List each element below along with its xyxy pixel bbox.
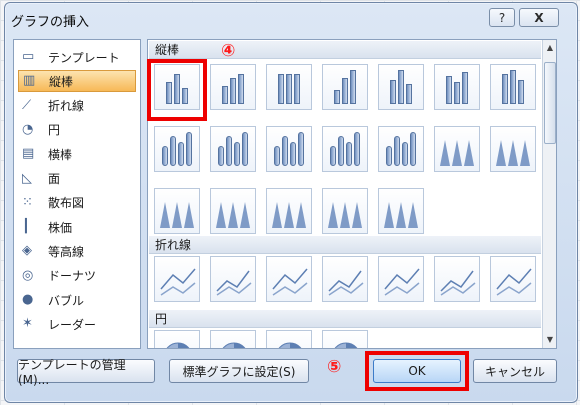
scroll-up-icon[interactable]: ▲ bbox=[544, 42, 556, 54]
sidebar-item-radar-chart[interactable]: ✶ レーダー bbox=[18, 313, 136, 335]
chart-subtype-thumbnail[interactable] bbox=[210, 64, 256, 110]
close-icon: X bbox=[534, 10, 544, 25]
chart-subtype-thumbnail[interactable] bbox=[490, 256, 536, 302]
chart-subtype-thumbnail[interactable] bbox=[266, 64, 312, 110]
sidebar-item-bar-chart[interactable]: ▤ 横棒 bbox=[18, 143, 136, 165]
sidebar-item-bubble-chart[interactable]: ● バブル bbox=[18, 289, 136, 311]
chart-subtype-thumbnail[interactable] bbox=[322, 256, 368, 302]
section-header-pie: 円 bbox=[149, 310, 541, 328]
sidebar-item-label: 縦棒 bbox=[49, 74, 74, 89]
sidebar-item-label: バブル bbox=[48, 293, 85, 308]
scroll-thumb[interactable] bbox=[544, 62, 556, 144]
sidebar-item-surface-chart[interactable]: ◈ 等高線 bbox=[18, 240, 136, 262]
sidebar-item-label: 面 bbox=[48, 172, 61, 186]
chart-subtype-thumbnail[interactable] bbox=[266, 188, 312, 234]
sidebar-item-scatter-chart[interactable]: ⁙ 散布図 bbox=[18, 192, 136, 214]
chart-subtype-thumbnail[interactable] bbox=[322, 126, 368, 172]
chart-subtype-thumbnail[interactable] bbox=[154, 126, 200, 172]
sidebar-item-label: テンプレート bbox=[48, 50, 120, 65]
sidebar-item-label: ドーナツ bbox=[48, 269, 97, 284]
chart-subtype-thumbnail[interactable] bbox=[378, 64, 424, 110]
cancel-button[interactable]: キャンセル bbox=[473, 359, 557, 383]
ok-button[interactable]: OK bbox=[373, 359, 461, 383]
scroll-down-icon[interactable]: ▼ bbox=[544, 334, 556, 346]
chart-subtype-thumbnail[interactable] bbox=[322, 330, 368, 348]
sidebar-item-folder[interactable]: ▭ テンプレート bbox=[18, 46, 136, 68]
chart-subtype-thumbnail[interactable] bbox=[154, 330, 200, 348]
chart-subtype-gallery: 縦棒 折れ線 円 ▲ ▼ bbox=[147, 39, 557, 349]
sidebar-item-label: 折れ線 bbox=[48, 99, 85, 114]
section-header-line: 折れ線 bbox=[149, 236, 541, 254]
chart-subtype-thumbnail[interactable] bbox=[154, 256, 200, 302]
manage-templates-button[interactable]: テンプレートの管理(M)... bbox=[17, 358, 155, 387]
step5-marker: ⑤ bbox=[327, 357, 342, 377]
chart-subtype-thumbnail[interactable] bbox=[434, 256, 480, 302]
sidebar-item-doughnut-chart[interactable]: ◎ ドーナツ bbox=[18, 265, 136, 287]
step4-marker: ④ bbox=[221, 41, 236, 61]
chart-subtype-thumbnail[interactable] bbox=[266, 126, 312, 172]
sidebar-item-pie-chart[interactable]: ◔ 円 bbox=[18, 119, 136, 141]
close-button[interactable]: X bbox=[519, 8, 559, 27]
chart-subtype-thumbnail[interactable] bbox=[378, 126, 424, 172]
area-chart-icon: ◺ bbox=[22, 170, 32, 186]
chart-subtype-thumbnail[interactable] bbox=[210, 330, 256, 348]
stock-chart-icon: ┃ bbox=[22, 219, 30, 235]
sidebar-item-stock-chart[interactable]: ┃ 株価 bbox=[18, 216, 136, 238]
chart-subtype-thumbnail[interactable] bbox=[266, 330, 312, 348]
chart-subtype-thumbnail[interactable] bbox=[210, 188, 256, 234]
sidebar-item-area-chart[interactable]: ◺ 面 bbox=[18, 168, 136, 190]
column-chart-icon: ▥ bbox=[23, 73, 36, 89]
doughnut-chart-icon: ◎ bbox=[22, 267, 34, 283]
pie-chart-icon: ◔ bbox=[22, 121, 34, 137]
gallery-scrollbar[interactable]: ▲ ▼ bbox=[542, 40, 556, 348]
sidebar-item-label: 等高線 bbox=[48, 244, 85, 259]
folder-icon: ▭ bbox=[22, 49, 35, 64]
help-icon: ? bbox=[498, 10, 506, 25]
chart-subtype-thumbnail[interactable] bbox=[154, 188, 200, 234]
insert-chart-dialog: グラフの挿入 ? X ▭ テンプレート ▥ 縦棒 ⟋ 折れ線 ◔ 円 ▤ 横棒 ◺ 面 ⁙ 散布図 ┃ 株価 ◈… bbox=[4, 2, 578, 403]
set-default-chart-button[interactable]: 標準グラフに設定(S) bbox=[169, 359, 309, 383]
sidebar-item-label: 横棒 bbox=[48, 147, 73, 162]
scatter-chart-icon: ⁙ bbox=[22, 194, 33, 210]
sidebar-item-label: 円 bbox=[48, 123, 61, 138]
radar-chart-icon: ✶ bbox=[22, 316, 33, 332]
chart-subtype-thumbnail[interactable] bbox=[434, 126, 480, 172]
chart-subtype-thumbnail[interactable] bbox=[322, 188, 368, 234]
chart-subtype-thumbnail[interactable] bbox=[490, 126, 536, 172]
step4-highlight-box bbox=[147, 59, 207, 121]
chart-subtype-thumbnail[interactable] bbox=[378, 256, 424, 302]
sidebar-item-column-chart[interactable]: ▥ 縦棒 bbox=[18, 70, 136, 93]
sidebar-item-label: レーダー bbox=[48, 317, 97, 332]
bar-chart-icon: ▤ bbox=[22, 146, 35, 162]
line-chart-icon: ⟋ bbox=[22, 97, 32, 113]
surface-chart-icon: ◈ bbox=[22, 243, 32, 259]
sidebar-item-line-chart[interactable]: ⟋ 折れ線 bbox=[18, 95, 136, 117]
chart-subtype-thumbnail[interactable] bbox=[210, 126, 256, 172]
section-header-column: 縦棒 bbox=[149, 41, 541, 59]
chart-subtype-thumbnail[interactable] bbox=[266, 256, 312, 302]
chart-subtype-thumbnail[interactable] bbox=[434, 64, 480, 110]
dialog-title: グラフの挿入 bbox=[11, 15, 90, 30]
chart-subtype-thumbnail[interactable] bbox=[322, 64, 368, 110]
sidebar-item-label: 散布図 bbox=[48, 196, 85, 211]
chart-subtype-thumbnail[interactable] bbox=[210, 256, 256, 302]
sidebar-item-label: 株価 bbox=[48, 220, 73, 235]
help-button[interactable]: ? bbox=[489, 8, 515, 27]
chart-subtype-thumbnail[interactable] bbox=[490, 64, 536, 110]
chart-type-list: ▭ テンプレート ▥ 縦棒 ⟋ 折れ線 ◔ 円 ▤ 横棒 ◺ 面 ⁙ 散布図 ┃ 株価 ◈ 等高線 ◎ ドーナツ ● バブ… bbox=[13, 39, 141, 349]
chart-subtype-thumbnail[interactable] bbox=[378, 188, 424, 234]
bubble-chart-icon: ● bbox=[22, 292, 34, 307]
